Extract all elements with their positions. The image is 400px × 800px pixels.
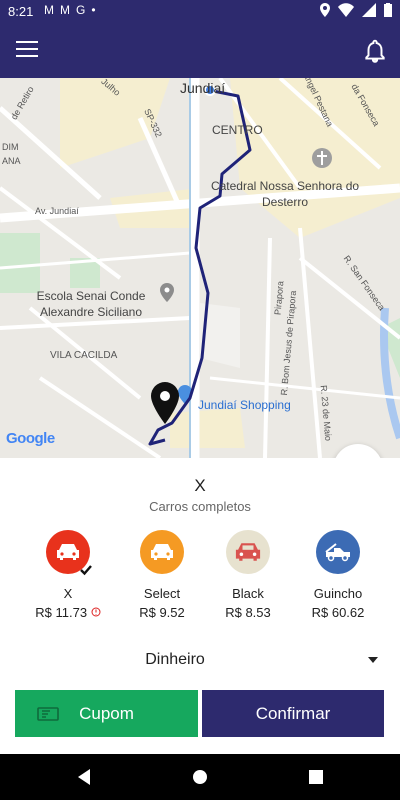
map-label-ana: ANA [2, 156, 21, 166]
map-label-city: Jundiaí [180, 80, 226, 96]
google-icon: G [76, 3, 86, 17]
menu-icon-line [16, 48, 38, 50]
category-black[interactable]: Black R$ 8.53 [203, 530, 293, 620]
menu-icon-line [16, 41, 38, 43]
gmail-icon: M [44, 3, 54, 17]
category-x[interactable]: X R$ 11.73 [23, 530, 113, 620]
menu-icon-line [16, 55, 38, 57]
category-label: Select [143, 586, 181, 601]
signal-icon [362, 3, 376, 17]
map-label-av-jundiai: Av. Jundiaí [35, 206, 79, 216]
info-icon[interactable] [91, 607, 101, 617]
back-icon[interactable] [76, 769, 92, 785]
confirm-button[interactable]: Confirmar [202, 690, 384, 737]
google-logo: Google [6, 430, 55, 447]
app-bar [0, 24, 400, 78]
crosshair-icon [333, 444, 383, 458]
my-location-button[interactable] [333, 444, 383, 458]
category-label: Guincho [313, 586, 363, 601]
gmail-icon: M [60, 3, 70, 17]
category-price: R$ 11.73 [23, 605, 113, 620]
category-label: Black [232, 586, 264, 601]
car-icon [235, 543, 261, 561]
map-label-centro: CENTRO [212, 123, 263, 137]
selected-category-name: X [194, 476, 206, 495]
coupon-label: Cupom [79, 703, 134, 723]
tow-truck-icon [325, 543, 350, 562]
ticket-icon [37, 707, 59, 721]
category-circle [46, 530, 92, 576]
recents-icon[interactable] [309, 770, 323, 784]
category-label: X [63, 586, 73, 601]
dropdown-arrow-icon [368, 657, 378, 663]
system-icons [320, 3, 392, 17]
notification-icons: M M G • [44, 3, 96, 17]
map-label-shopping: Jundiaí Shopping [198, 398, 291, 412]
category-circle [226, 530, 270, 574]
category-select[interactable]: Select R$ 9.52 [117, 530, 207, 620]
location-icon [320, 3, 330, 17]
coupon-button[interactable]: Cupom [15, 690, 198, 737]
confirm-label: Confirmar [255, 703, 331, 723]
car-icon [57, 544, 79, 560]
category-circle [316, 530, 360, 574]
category-price: R$ 9.52 [139, 605, 185, 620]
home-icon[interactable] [192, 769, 208, 785]
map-label-school: Escola Senai Conde Alexandre Siciliano [36, 289, 146, 319]
map-view[interactable]: Jundiaí CENTRO Catedral Nossa Senhora do… [0, 78, 400, 458]
map-label-dim: DIM [2, 142, 19, 152]
menu-button[interactable] [16, 41, 38, 59]
dot-icon: • [91, 3, 96, 17]
battery-icon [384, 3, 392, 17]
selected-check-icon [80, 565, 92, 576]
category-guincho[interactable]: Guincho R$ 60.62 [293, 530, 383, 620]
status-time: 8:21 [8, 4, 34, 19]
category-price: R$ 8.53 [225, 605, 271, 620]
status-bar: 8:21 M M G • [0, 0, 400, 24]
map-label-vila-cacilda: VILA CACILDA [50, 350, 118, 361]
payment-method-value: Dinheiro [145, 651, 205, 668]
selected-category-description: Carros completos [149, 499, 251, 514]
category-price: R$ 60.62 [311, 605, 365, 620]
payment-method-select[interactable]: Dinheiro [0, 644, 400, 676]
wifi-icon [338, 3, 354, 17]
car-icon [151, 544, 173, 560]
notifications-bell-icon[interactable] [362, 38, 388, 64]
map-label-cathedral: Catedral Nossa Senhora do Desterro [210, 179, 360, 209]
ride-options-sheet: X Carros completos X R$ 11.73 Select R$ … [0, 458, 400, 754]
category-circle [140, 530, 184, 574]
system-nav-bar [0, 754, 400, 800]
